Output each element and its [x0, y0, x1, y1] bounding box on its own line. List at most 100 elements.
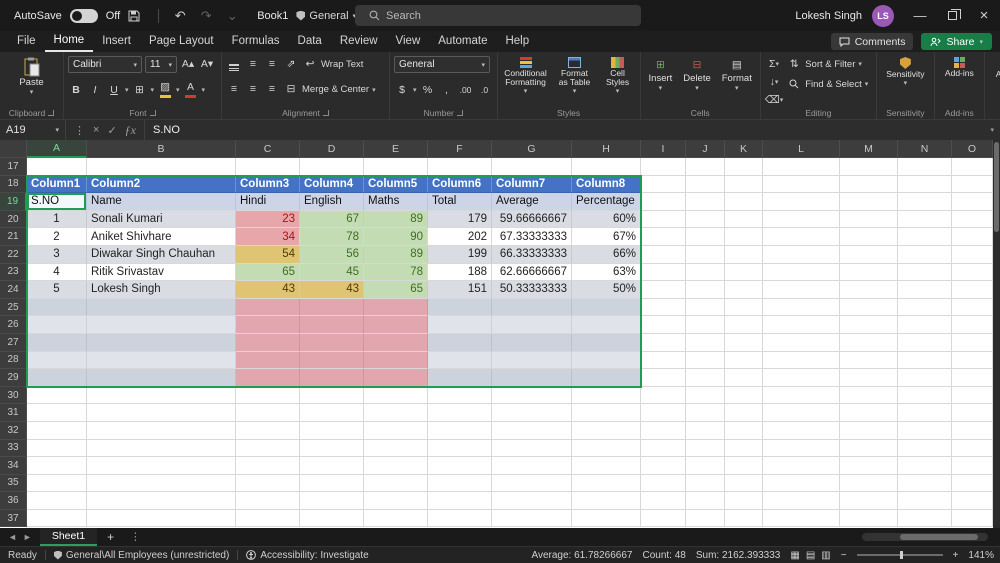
cell-L30[interactable] [763, 386, 840, 405]
cell-I33[interactable] [641, 439, 686, 458]
cell-J33[interactable] [686, 439, 725, 458]
column-header-H[interactable]: H [572, 140, 641, 158]
cell-N29[interactable] [898, 369, 952, 387]
cell-I27[interactable] [641, 333, 686, 352]
cell-B21[interactable]: Aniket Shivhare [87, 228, 236, 246]
wrap-text-label[interactable]: Wrap Text [321, 59, 363, 70]
clipboard-dialog-launcher[interactable] [48, 109, 55, 116]
cell-K36[interactable] [725, 492, 763, 510]
cell-A36[interactable] [27, 492, 87, 510]
cell-E28[interactable] [364, 351, 428, 370]
cell-E19[interactable]: Maths [364, 193, 428, 211]
align-bottom-icon[interactable]: ≡ [264, 56, 280, 72]
cell-D37[interactable] [300, 509, 364, 528]
cell-E31[interactable] [364, 404, 428, 422]
cell-N22[interactable] [898, 245, 952, 264]
cell-H36[interactable] [572, 492, 641, 510]
cell-A19[interactable]: S.NO [27, 193, 87, 211]
sort-filter-button[interactable]: ⇅ Sort & Filter ▾ [786, 56, 868, 72]
cell-D20[interactable]: 67 [300, 210, 364, 229]
cell-A37[interactable] [27, 509, 87, 528]
row-header-24[interactable]: 24 [0, 281, 27, 299]
number-dialog-launcher[interactable] [456, 109, 463, 116]
cell-J30[interactable] [686, 386, 725, 405]
cell-F34[interactable] [428, 457, 492, 475]
cell-F25[interactable] [428, 298, 492, 317]
cell-I19[interactable] [641, 193, 686, 211]
cell-I35[interactable] [641, 474, 686, 493]
cell-M21[interactable] [840, 228, 898, 246]
column-header-D[interactable]: D [300, 140, 364, 158]
font-name-select[interactable]: Calibri ▾ [68, 56, 142, 73]
cell-I34[interactable] [641, 457, 686, 475]
cell-B18[interactable]: Column2 [87, 175, 236, 194]
vertical-scrollbar[interactable] [993, 140, 1000, 528]
cell-K20[interactable] [725, 210, 763, 229]
align-right-icon[interactable]: ≡ [264, 82, 280, 98]
italic-button[interactable]: I [87, 82, 103, 98]
cell-I20[interactable] [641, 210, 686, 229]
cell-G37[interactable] [492, 509, 572, 528]
cell-C33[interactable] [236, 439, 300, 458]
cell-L26[interactable] [763, 316, 840, 334]
row-header-18[interactable]: 18 [0, 175, 27, 194]
cell-N20[interactable] [898, 210, 952, 229]
row-header-23[interactable]: 23 [0, 263, 27, 282]
cell-O27[interactable] [952, 333, 993, 352]
cell-M33[interactable] [840, 439, 898, 458]
insert-cells-button[interactable]: ⊞ Insert ▾ [645, 56, 677, 93]
cell-O29[interactable] [952, 369, 993, 387]
wrap-text-icon[interactable]: ↩ [302, 56, 318, 72]
cell-L33[interactable] [763, 439, 840, 458]
column-header-F[interactable]: F [428, 140, 492, 158]
cell-M32[interactable] [840, 421, 898, 440]
tab-data[interactable]: Data [289, 31, 331, 52]
cell-F31[interactable] [428, 404, 492, 422]
cell-J25[interactable] [686, 298, 725, 317]
cell-A25[interactable] [27, 298, 87, 317]
cell-I18[interactable] [641, 175, 686, 194]
orientation-icon[interactable]: ⇗ [283, 56, 299, 72]
percent-icon[interactable]: % [420, 82, 436, 98]
cell-C21[interactable]: 34 [236, 228, 300, 246]
sheet-tab-sheet1[interactable]: Sheet1 [39, 528, 98, 546]
cell-I25[interactable] [641, 298, 686, 317]
cell-B26[interactable] [87, 316, 236, 334]
row-header-28[interactable]: 28 [0, 351, 27, 370]
cell-E24[interactable]: 65 [364, 281, 428, 299]
font-dialog-launcher[interactable] [149, 109, 156, 116]
cell-I31[interactable] [641, 404, 686, 422]
cell-M25[interactable] [840, 298, 898, 317]
cell-B23[interactable]: Ritik Srivastav [87, 263, 236, 282]
cell-G18[interactable]: Column7 [492, 175, 572, 194]
cell-N35[interactable] [898, 474, 952, 493]
column-header-L[interactable]: L [763, 140, 840, 158]
cell-I17[interactable] [641, 158, 686, 176]
cell-E21[interactable]: 90 [364, 228, 428, 246]
cell-styles-button[interactable]: Cell Styles ▾ [600, 56, 636, 96]
cell-D35[interactable] [300, 474, 364, 493]
column-header-O[interactable]: O [952, 140, 993, 158]
cell-J37[interactable] [686, 509, 725, 528]
cell-F30[interactable] [428, 386, 492, 405]
cell-E35[interactable] [364, 474, 428, 493]
cell-J35[interactable] [686, 474, 725, 493]
cell-F19[interactable]: Total [428, 193, 492, 211]
cell-L22[interactable] [763, 245, 840, 264]
cell-K24[interactable] [725, 281, 763, 299]
cell-N31[interactable] [898, 404, 952, 422]
cell-J34[interactable] [686, 457, 725, 475]
cell-N17[interactable] [898, 158, 952, 176]
cell-D34[interactable] [300, 457, 364, 475]
cell-G36[interactable] [492, 492, 572, 510]
cell-D26[interactable] [300, 316, 364, 334]
underline-button[interactable]: U [106, 82, 122, 98]
align-top-icon[interactable] [226, 56, 242, 72]
formula-menu-icon[interactable]: ⋮ [74, 124, 85, 137]
cell-G28[interactable] [492, 351, 572, 370]
cell-J29[interactable] [686, 369, 725, 387]
cell-G24[interactable]: 50.33333333 [492, 281, 572, 299]
undo-icon[interactable]: ↶ [171, 8, 189, 24]
column-header-G[interactable]: G [492, 140, 572, 158]
cell-H35[interactable] [572, 474, 641, 493]
